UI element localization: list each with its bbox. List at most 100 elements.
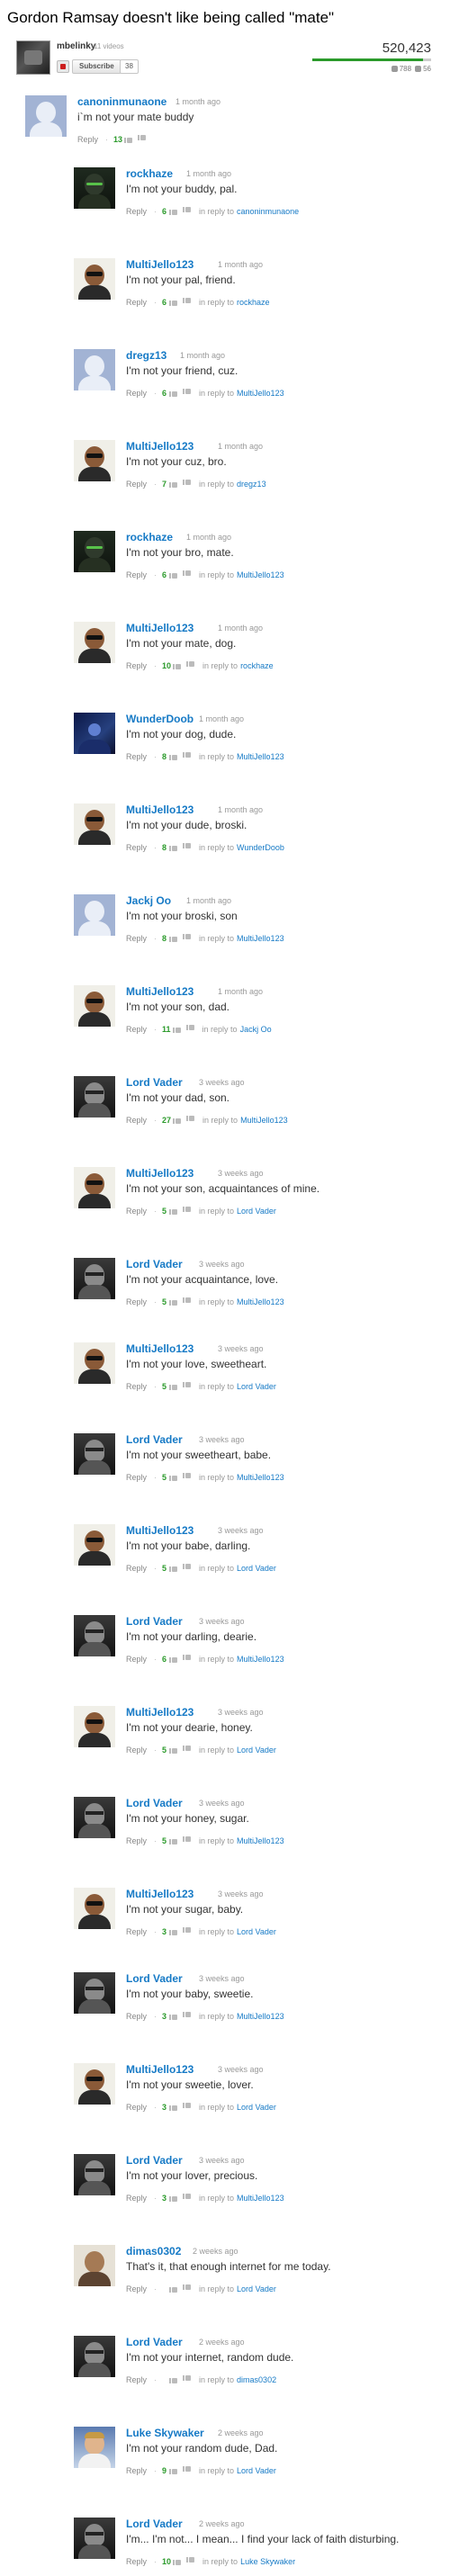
comment-author[interactable]: MultiJello123: [126, 1706, 194, 1719]
in-reply-to-link[interactable]: WunderDoob: [237, 843, 284, 852]
in-reply-to-link[interactable]: Lord Vader: [237, 2103, 276, 2112]
thumbs-up-icon[interactable]: [169, 2375, 178, 2384]
thumbs-down-icon[interactable]: [186, 1116, 195, 1124]
thumbs-down-icon[interactable]: [183, 389, 192, 397]
thumbs-up-icon[interactable]: [169, 2284, 178, 2293]
thumbs-up-icon[interactable]: [169, 2012, 178, 2021]
in-reply-to-link[interactable]: Lord Vader: [237, 1746, 276, 1755]
in-reply-to-link[interactable]: MultiJello123: [237, 1836, 284, 1845]
thumbs-down-icon[interactable]: [183, 1655, 192, 1663]
thumbs-down-icon[interactable]: [183, 480, 192, 488]
comment-time[interactable]: 3 weeks ago: [199, 1799, 245, 1808]
thumbs-down-icon[interactable]: [183, 1473, 192, 1481]
in-reply-to-link[interactable]: dimas0302: [237, 2375, 276, 2384]
comment-time[interactable]: 3 weeks ago: [218, 2065, 264, 2074]
thumbs-down-icon[interactable]: [183, 2012, 192, 2020]
comment-author[interactable]: Lord Vader: [126, 1972, 183, 1985]
comment-time[interactable]: 3 weeks ago: [199, 1260, 245, 1269]
comment-time[interactable]: 3 weeks ago: [218, 1526, 264, 1535]
channel-menu-icon[interactable]: [57, 60, 69, 73]
comment-time[interactable]: 2 weeks ago: [218, 2428, 264, 2437]
comment-author[interactable]: Lord Vader: [126, 2154, 183, 2167]
multijello-avatar[interactable]: [74, 1888, 115, 1929]
vader-avatar[interactable]: [74, 2336, 115, 2377]
in-reply-to-link[interactable]: Lord Vader: [237, 1207, 276, 1216]
vader-avatar[interactable]: [74, 2154, 115, 2195]
comment-author[interactable]: MultiJello123: [126, 622, 194, 634]
multijello-avatar[interactable]: [74, 440, 115, 481]
multijello-avatar[interactable]: [74, 1706, 115, 1747]
thumbs-up-icon[interactable]: [169, 1746, 178, 1755]
in-reply-to-link[interactable]: Jackj Oo: [240, 1025, 272, 1034]
thumbs-down-icon[interactable]: [183, 207, 192, 215]
channel-avatar[interactable]: [16, 40, 50, 75]
comment-time[interactable]: 3 weeks ago: [199, 1078, 245, 1087]
comment-author[interactable]: WunderDoob: [126, 713, 194, 725]
subscribe-button[interactable]: Subscribe: [72, 59, 122, 74]
comment-time[interactable]: 1 month ago: [199, 714, 244, 723]
thumbs-down-icon[interactable]: [183, 2375, 192, 2383]
thumbs-up-icon[interactable]: [173, 661, 182, 670]
comment-time[interactable]: 3 weeks ago: [218, 1169, 264, 1178]
comment-author[interactable]: MultiJello123: [126, 258, 194, 271]
thumbs-down-icon[interactable]: [183, 1564, 192, 1572]
thumbs-down-icon[interactable]: [183, 843, 192, 851]
thumbs-down-icon[interactable]: [183, 1836, 192, 1844]
comment-author[interactable]: Lord Vader: [126, 2518, 183, 2530]
thumbs-up-icon[interactable]: [124, 135, 133, 144]
vader-avatar[interactable]: [74, 2518, 115, 2559]
comment-author[interactable]: Lord Vader: [126, 1797, 183, 1809]
reply-button[interactable]: Reply: [126, 934, 147, 943]
reply-button[interactable]: Reply: [126, 2194, 147, 2203]
comment-author[interactable]: MultiJello123: [126, 1888, 194, 1900]
comment-author[interactable]: MultiJello123: [126, 2063, 194, 2076]
in-reply-to-link[interactable]: Luke Skywaker: [240, 2557, 295, 2566]
thumbs-up-icon[interactable]: [169, 1836, 178, 1845]
comment-time[interactable]: 1 month ago: [218, 987, 263, 996]
comment-time[interactable]: 1 month ago: [176, 97, 220, 106]
thumbs-up-icon[interactable]: [169, 570, 178, 579]
in-reply-to-link[interactable]: MultiJello123: [237, 1473, 284, 1482]
reply-button[interactable]: Reply: [126, 2557, 147, 2566]
reply-button[interactable]: Reply: [126, 1116, 147, 1125]
reply-button[interactable]: Reply: [126, 1564, 147, 1573]
in-reply-to-link[interactable]: rockhaze: [240, 661, 274, 670]
reply-button[interactable]: Reply: [126, 207, 147, 216]
thumbs-up-icon[interactable]: [169, 1927, 178, 1936]
comment-time[interactable]: 3 weeks ago: [199, 1617, 245, 1626]
reply-button[interactable]: Reply: [77, 135, 98, 144]
in-reply-to-link[interactable]: MultiJello123: [237, 2012, 284, 2021]
in-reply-to-link[interactable]: Lord Vader: [237, 1927, 276, 1936]
comment-time[interactable]: 3 weeks ago: [199, 1435, 245, 1444]
comment-author[interactable]: Lord Vader: [126, 1258, 183, 1270]
vader-avatar[interactable]: [74, 1433, 115, 1475]
wunderdoob-avatar[interactable]: [74, 713, 115, 754]
comment-time[interactable]: 1 month ago: [180, 351, 225, 360]
reply-button[interactable]: Reply: [126, 389, 147, 398]
comment-author[interactable]: Jackj Oo: [126, 894, 171, 907]
multijello-avatar[interactable]: [74, 1342, 115, 1384]
in-reply-to-link[interactable]: canoninmunaone: [237, 207, 299, 216]
thumbs-down-icon[interactable]: [183, 298, 192, 306]
comment-author[interactable]: canoninmunaone: [77, 95, 166, 108]
default-avatar-icon[interactable]: [74, 894, 115, 936]
thumbs-down-icon[interactable]: [186, 661, 195, 669]
thumbs-up-icon[interactable]: [169, 389, 178, 398]
channel-name[interactable]: mbelinky: [57, 41, 95, 51]
comment-author[interactable]: dimas0302: [126, 2245, 181, 2257]
default-avatar-icon[interactable]: [25, 95, 67, 137]
comment-time[interactable]: 1 month ago: [218, 624, 263, 633]
reply-button[interactable]: Reply: [126, 752, 147, 761]
reply-button[interactable]: Reply: [126, 480, 147, 489]
thumbs-up-icon[interactable]: [169, 2466, 178, 2475]
thumbs-down-icon[interactable]: [183, 2194, 192, 2202]
reply-button[interactable]: Reply: [126, 570, 147, 579]
vader-avatar[interactable]: [74, 1076, 115, 1117]
reply-button[interactable]: Reply: [126, 1655, 147, 1664]
reply-button[interactable]: Reply: [126, 661, 147, 670]
reply-button[interactable]: Reply: [126, 2012, 147, 2021]
vader-avatar[interactable]: [74, 1615, 115, 1656]
thumbs-down-icon[interactable]: [183, 1746, 192, 1754]
reply-button[interactable]: Reply: [126, 1207, 147, 1216]
comment-time[interactable]: 1 month ago: [218, 260, 263, 269]
